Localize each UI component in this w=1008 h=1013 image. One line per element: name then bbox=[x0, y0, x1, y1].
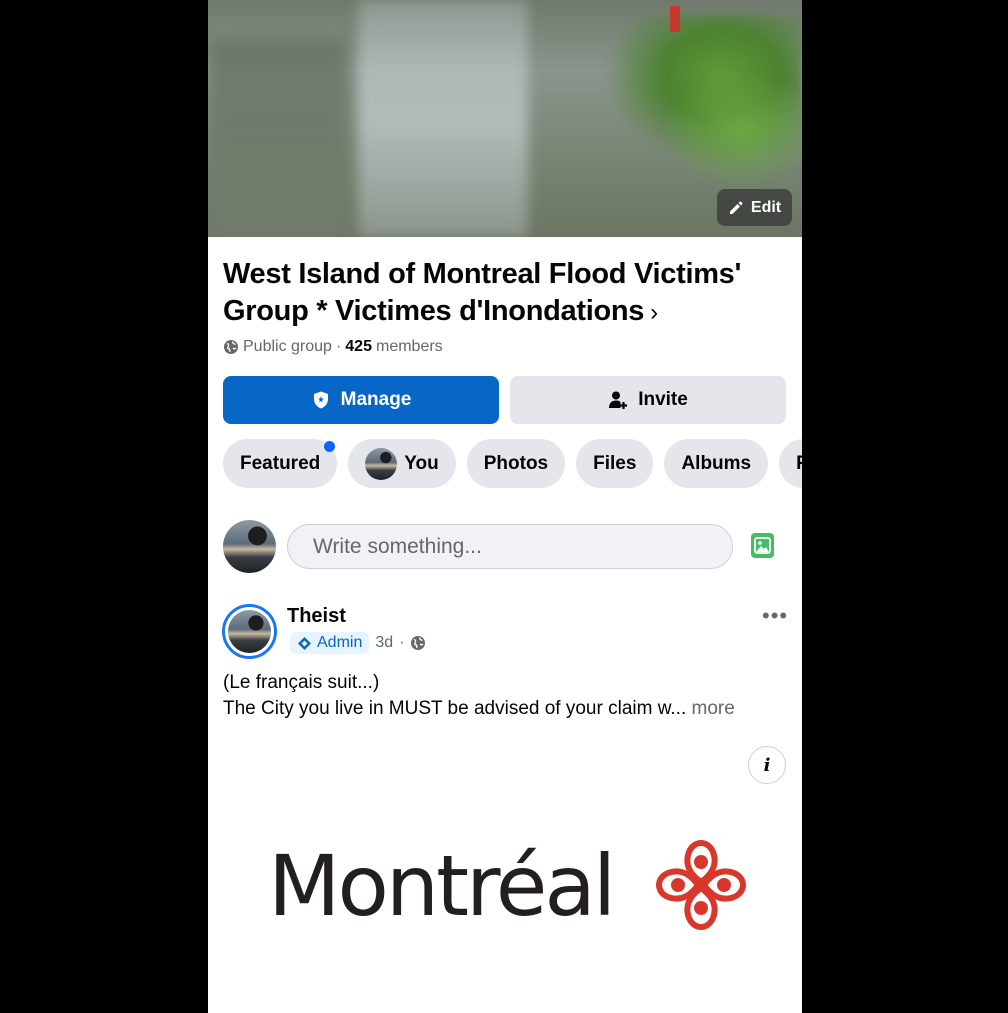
add-person-icon bbox=[609, 391, 628, 409]
manage-label: Manage bbox=[340, 389, 412, 410]
invite-label: Invite bbox=[638, 389, 688, 410]
post-author-avatar[interactable] bbox=[222, 604, 277, 659]
group-tabs: Featured You Photos Files Albums Re bbox=[223, 439, 802, 488]
group-meta: Public group · 425 members bbox=[223, 338, 443, 356]
tab-reels[interactable]: Re bbox=[779, 439, 802, 488]
group-title-text: West Island of Montreal Flood Victims' G… bbox=[223, 258, 742, 327]
post-author-name[interactable]: Theist bbox=[287, 605, 346, 628]
chevron-right-icon: › bbox=[650, 299, 658, 326]
shield-icon bbox=[313, 391, 328, 409]
globe-icon bbox=[411, 636, 426, 650]
admin-badge: Admin bbox=[290, 632, 370, 654]
invite-button[interactable]: Invite bbox=[510, 376, 786, 424]
post-image-montreal-logo[interactable]: Montréal bbox=[268, 830, 768, 950]
post-meta: Admin 3d · bbox=[290, 632, 426, 654]
tab-files[interactable]: Files bbox=[576, 439, 654, 488]
hydrant bbox=[670, 6, 680, 32]
montreal-flower-logo-icon bbox=[656, 840, 746, 930]
notification-dot bbox=[324, 441, 336, 452]
member-count: 425 bbox=[345, 338, 372, 355]
montreal-wordmark: Montréal bbox=[268, 837, 616, 935]
group-title[interactable]: West Island of Montreal Flood Victims' G… bbox=[223, 256, 783, 331]
info-button[interactable]: i bbox=[748, 746, 786, 784]
manage-button[interactable]: Manage bbox=[223, 376, 499, 424]
avatar bbox=[365, 447, 398, 480]
tab-you[interactable]: You bbox=[348, 439, 456, 488]
composer-avatar[interactable] bbox=[223, 520, 276, 573]
globe-icon bbox=[224, 340, 238, 354]
tab-albums[interactable]: Albums bbox=[664, 439, 769, 488]
tab-featured[interactable]: Featured bbox=[223, 439, 338, 488]
group-page: Edit West Island of Montreal Flood Victi… bbox=[208, 0, 802, 1013]
info-icon: i bbox=[763, 754, 771, 776]
post-text: (Le français suit...) The City you live … bbox=[223, 672, 735, 719]
write-something-input[interactable]: Write something... bbox=[287, 524, 733, 569]
members-label: members bbox=[375, 338, 443, 355]
tab-photos[interactable]: Photos bbox=[466, 439, 566, 488]
edit-label: Edit bbox=[750, 198, 782, 216]
cover-photo[interactable]: Edit bbox=[208, 0, 802, 237]
pencil-icon bbox=[729, 201, 743, 214]
privacy-label: Public group bbox=[243, 338, 332, 355]
more-options-icon[interactable]: ••• bbox=[762, 603, 788, 629]
diamond-icon bbox=[298, 636, 311, 650]
see-more-link[interactable]: more bbox=[692, 698, 735, 719]
post-time[interactable]: 3d bbox=[375, 634, 393, 652]
edit-cover-button[interactable]: Edit bbox=[717, 189, 792, 226]
photo-icon[interactable] bbox=[751, 533, 774, 558]
